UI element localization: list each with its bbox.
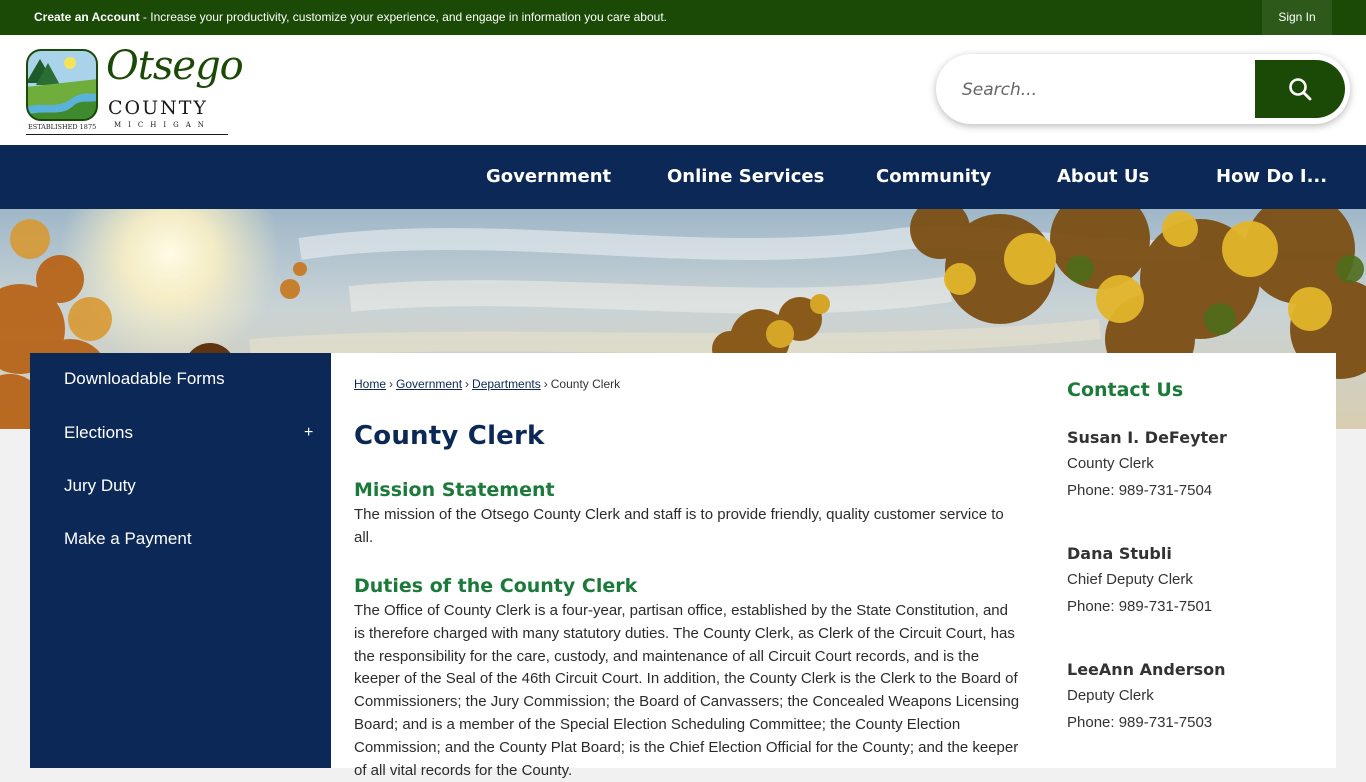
breadcrumb-home[interactable]: Home — [354, 377, 386, 391]
sidebar-item-label: Elections — [64, 423, 133, 442]
account-bar: Create an Account - Increase your produc… — [0, 0, 1366, 35]
contact-phone: Phone: 989-731-7501 — [1067, 598, 1213, 615]
contact-name: LeeAnn Anderson — [1067, 660, 1226, 679]
duties-text: The Office of County Clerk is a four-yea… — [354, 602, 1020, 779]
sidebar-item-downloadable-forms[interactable]: Downloadable Forms — [30, 354, 331, 404]
contact-card: Dana Stubli Chief Deputy Clerk Phone: 98… — [1067, 542, 1307, 620]
logo-name-line1: Otsego — [106, 43, 244, 89]
breadcrumb-separator: › — [465, 377, 470, 391]
breadcrumb-departments[interactable]: Departments — [472, 377, 541, 391]
contact-card: LeeAnn Anderson Deputy Clerk Phone: 989-… — [1067, 658, 1307, 736]
logo-underline — [26, 134, 228, 135]
contact-us-heading: Contact Us — [1067, 379, 1184, 401]
search-icon — [1289, 78, 1312, 101]
logo-established: ESTABLISHED 1875 — [28, 123, 97, 131]
breadcrumb-separator: › — [389, 377, 394, 391]
search-button[interactable] — [1255, 60, 1345, 118]
nav-online-services[interactable]: Online Services — [667, 145, 824, 209]
expand-plus-icon[interactable]: + — [304, 408, 313, 458]
mission-text: The mission of the Otsego County Clerk a… — [354, 506, 1004, 546]
sidebar-item-jury-duty[interactable]: Jury Duty — [30, 461, 331, 511]
nav-community[interactable]: Community — [876, 145, 991, 209]
duties-heading: Duties of the County Clerk — [354, 575, 638, 597]
sidebar-navigation: Downloadable Forms Elections + Jury Duty… — [30, 353, 331, 768]
account-promo: Create an Account - Increase your produc… — [34, 0, 667, 35]
logo-state: MICHIGAN — [114, 121, 211, 129]
contact-phone: Phone: 989-731-7504 — [1067, 482, 1213, 499]
nav-government[interactable]: Government — [486, 145, 611, 209]
search-box — [936, 54, 1350, 124]
breadcrumb-government[interactable]: Government — [396, 377, 462, 391]
sidebar-item-label: Make a Payment — [64, 529, 192, 548]
content-panel: Home › Government › Departments › County Clerk… — [331, 353, 1336, 779]
search-input[interactable] — [960, 72, 1254, 108]
breadcrumb: Home › Government › Departments › County Clerk — [354, 377, 620, 391]
contact-role: County Clerk — [1067, 455, 1154, 472]
site-header: Otsego COUNTY MICHIGAN ESTABLISHED 1875 — [0, 35, 1366, 145]
contact-phone: Phone: 989-731-7503 — [1067, 714, 1213, 731]
nav-about-us[interactable]: About Us — [1057, 145, 1149, 209]
contact-card: Susan I. DeFeyter County Clerk Phone: 98… — [1067, 426, 1307, 504]
breadcrumb-separator: › — [543, 377, 548, 391]
contact-role: Deputy Clerk — [1067, 687, 1154, 704]
sidebar-item-make-a-payment[interactable]: Make a Payment — [30, 514, 331, 564]
breadcrumb-current: County Clerk — [550, 377, 621, 391]
logo-name-line2: COUNTY — [108, 97, 208, 119]
sidebar-item-label: Jury Duty — [64, 476, 136, 495]
contact-name: Susan I. DeFeyter — [1067, 428, 1227, 447]
nav-how-do-i[interactable]: How Do I... — [1216, 145, 1327, 209]
sign-in-button[interactable]: Sign In — [1262, 0, 1332, 35]
account-promo-text: - Increase your productivity, customize … — [139, 10, 667, 24]
create-account-link[interactable]: Create an Account — [34, 10, 140, 24]
sidebar-item-label: Downloadable Forms — [64, 369, 225, 388]
main-navigation: Government Online Services Community Abo… — [0, 145, 1366, 209]
sidebar-item-elections[interactable]: Elections + — [30, 408, 331, 458]
contact-role: Chief Deputy Clerk — [1067, 571, 1193, 588]
county-logo[interactable]: Otsego COUNTY MICHIGAN ESTABLISHED 1875 — [26, 43, 244, 135]
page-title: County Clerk — [354, 421, 545, 451]
contact-name: Dana Stubli — [1067, 544, 1172, 563]
mission-heading: Mission Statement — [354, 479, 555, 501]
